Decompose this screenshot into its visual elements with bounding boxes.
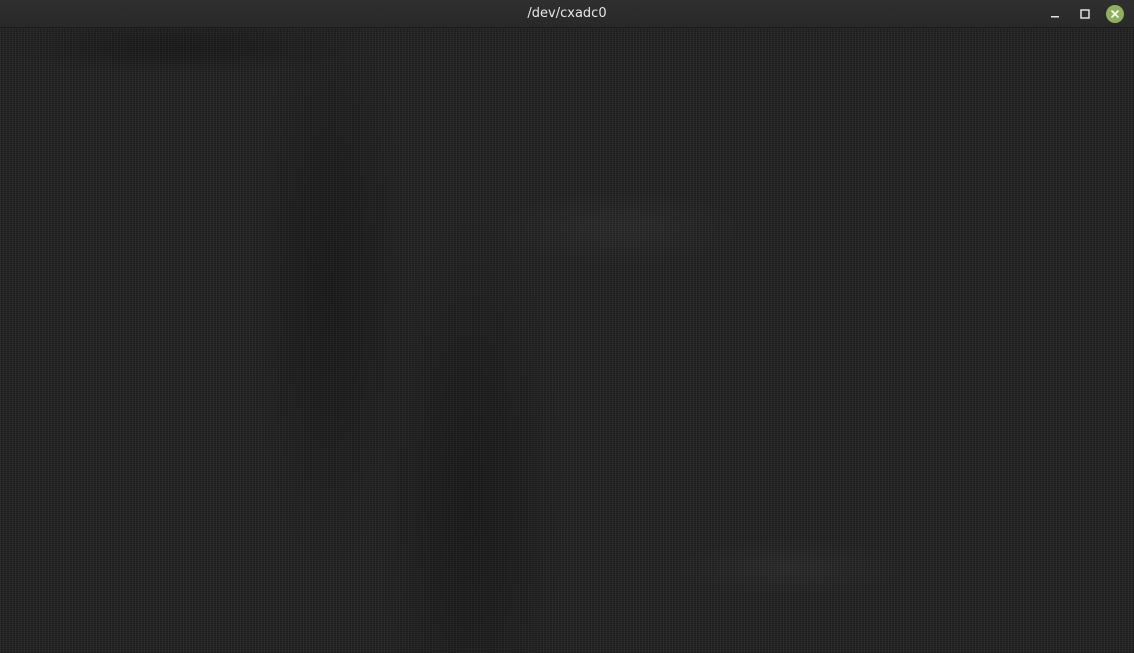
video-shading	[0, 28, 1134, 653]
maximize-icon	[1080, 9, 1090, 19]
minimize-icon	[1051, 16, 1059, 18]
minimize-button[interactable]	[1045, 4, 1065, 24]
window-title: /dev/cxadc0	[527, 6, 607, 21]
close-button-circle	[1106, 5, 1124, 23]
close-button[interactable]	[1105, 4, 1125, 24]
window-titlebar[interactable]: /dev/cxadc0	[0, 0, 1134, 28]
app-window: /dev/cxadc0	[0, 0, 1134, 653]
close-icon	[1111, 10, 1119, 18]
maximize-button[interactable]	[1075, 4, 1095, 24]
video-display	[0, 28, 1134, 653]
